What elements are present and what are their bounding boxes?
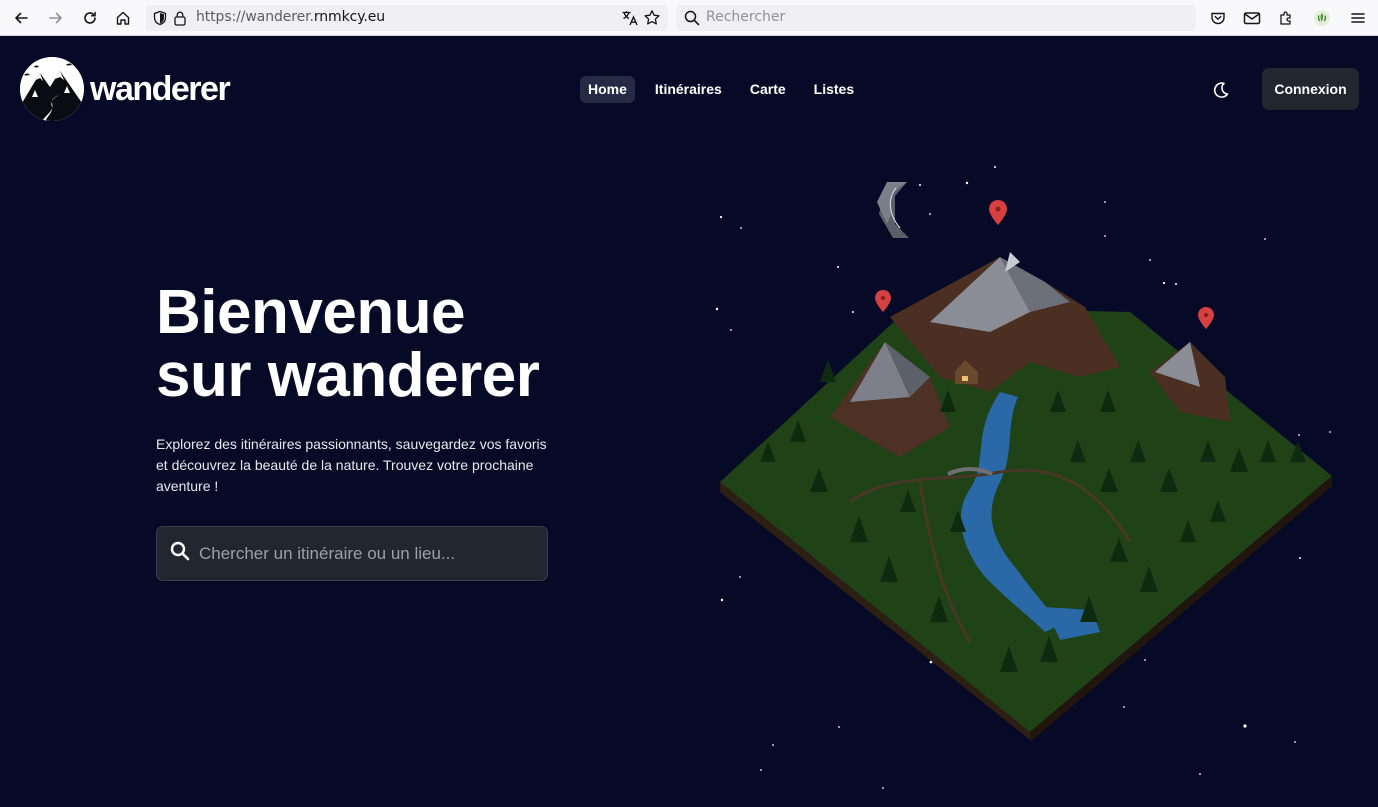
browser-toolbar: https://wanderer.rnmkcy.eu Rechercher [0,0,1378,36]
moon-icon[interactable] [1210,79,1232,101]
url-bar[interactable]: https://wanderer.rnmkcy.eu [146,5,668,31]
page: wanderer Home Itinéraires Carte Listes C… [0,37,1378,807]
menu-icon[interactable] [1345,5,1371,31]
pocket-icon[interactable] [1205,5,1231,31]
browser-search-bar[interactable]: Rechercher [676,5,1196,31]
hero-search-input[interactable] [199,539,529,569]
hero-search-box[interactable] [156,526,548,581]
nav-itineraires[interactable]: Itinéraires [647,76,730,103]
shield-icon[interactable] [152,10,168,26]
forward-arrow-icon[interactable] [43,5,69,31]
hero-title-line-1: Bienvenue [156,278,466,347]
nav-carte[interactable]: Carte [742,76,794,103]
crescent-moon [877,182,909,238]
mail-icon[interactable] [1239,5,1265,31]
home-icon[interactable] [110,5,136,31]
extensions-icon[interactable] [1273,5,1299,31]
main-nav: Home Itinéraires Carte Listes [580,76,870,103]
logo-text: wanderer [90,69,231,108]
nav-listes[interactable]: Listes [806,76,862,103]
nav-home[interactable]: Home [580,76,635,103]
bookmark-star-icon[interactable] [643,9,661,27]
landscape-illustration [715,166,1332,789]
search-icon [684,10,700,26]
site-logo[interactable]: wanderer [20,57,231,121]
hero-title: Bienvenue sur wanderer [156,281,636,407]
hero-description: Explorez des itinéraires passionnants, s… [156,436,547,494]
login-button[interactable]: Connexion [1262,68,1359,110]
translate-icon[interactable] [621,9,639,27]
lock-icon[interactable] [173,10,187,26]
back-arrow-icon[interactable] [8,5,34,31]
browser-search-placeholder: Rechercher [706,9,786,25]
hero-title-line-2: sur wanderer [156,341,540,410]
reload-icon[interactable] [77,5,103,31]
account-icon[interactable] [1309,5,1335,31]
url-text: https://wanderer.rnmkcy.eu [196,9,386,25]
logo-mountain-icon [20,57,84,121]
search-icon [170,541,190,565]
